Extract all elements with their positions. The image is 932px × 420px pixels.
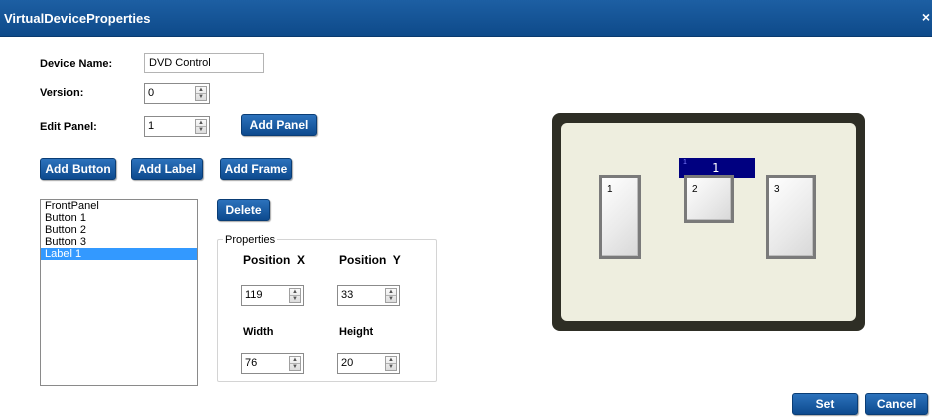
preview-button-1[interactable]: 1 bbox=[599, 175, 641, 259]
list-item[interactable]: Button 1 bbox=[41, 212, 197, 224]
edit-panel-value: 1 bbox=[148, 120, 155, 132]
device-preview: 1 1 1 2 3 bbox=[552, 113, 865, 331]
edit-panel-label: Edit Panel: bbox=[40, 121, 97, 133]
list-item-selected[interactable]: Label 1 bbox=[41, 248, 197, 260]
edit-panel-stepper[interactable]: 1 ▲ ▼ bbox=[144, 116, 210, 137]
preview-button-2-label: 2 bbox=[692, 184, 698, 195]
device-name-label: Device Name: bbox=[40, 58, 113, 70]
spinner-down-icon[interactable]: ▼ bbox=[196, 94, 206, 101]
spinner-up-icon[interactable]: ▲ bbox=[196, 120, 206, 127]
spinner-down-icon[interactable]: ▼ bbox=[290, 296, 300, 303]
add-panel-button[interactable]: Add Panel bbox=[241, 114, 317, 136]
preview-label-text: 1 bbox=[712, 161, 720, 175]
set-button[interactable]: Set bbox=[792, 393, 858, 415]
list-item[interactable]: FrontPanel bbox=[41, 200, 197, 212]
list-item[interactable]: Button 2 bbox=[41, 224, 197, 236]
spinner-down-icon[interactable]: ▼ bbox=[196, 127, 206, 134]
spinner-up-icon[interactable]: ▲ bbox=[290, 289, 300, 296]
list-item[interactable]: Button 3 bbox=[41, 236, 197, 248]
front-panel-preview[interactable]: 1 1 1 2 3 bbox=[561, 123, 856, 321]
position-x-value: 119 bbox=[245, 289, 263, 301]
properties-legend: Properties bbox=[223, 234, 278, 246]
spinner-down-icon[interactable]: ▼ bbox=[386, 364, 396, 371]
spinner-up-icon[interactable]: ▲ bbox=[290, 357, 300, 364]
version-label: Version: bbox=[40, 87, 84, 99]
position-y-spinner[interactable]: ▲ ▼ bbox=[385, 288, 397, 303]
height-stepper[interactable]: 20 ▲ ▼ bbox=[337, 353, 400, 374]
version-stepper[interactable]: 0 ▲ ▼ bbox=[144, 83, 210, 104]
spinner-down-icon[interactable]: ▼ bbox=[290, 364, 300, 371]
close-icon[interactable]: × bbox=[922, 9, 930, 25]
position-y-label: Position Y bbox=[339, 253, 401, 267]
spinner-down-icon[interactable]: ▼ bbox=[386, 296, 396, 303]
preview-button-2[interactable]: 2 bbox=[684, 175, 734, 223]
spinner-up-icon[interactable]: ▲ bbox=[386, 289, 396, 296]
position-y-stepper[interactable]: 33 ▲ ▼ bbox=[337, 285, 400, 306]
spinner-up-icon[interactable]: ▲ bbox=[386, 357, 396, 364]
width-value: 76 bbox=[245, 357, 258, 369]
preview-button-1-label: 1 bbox=[607, 184, 613, 195]
width-spinner[interactable]: ▲ ▼ bbox=[289, 356, 301, 371]
window-title: VirtualDeviceProperties bbox=[4, 11, 151, 26]
preview-label-index: 1 bbox=[683, 159, 687, 166]
title-bar: VirtualDeviceProperties × bbox=[0, 0, 932, 37]
preview-button-3-label: 3 bbox=[774, 184, 780, 195]
position-x-spinner[interactable]: ▲ ▼ bbox=[289, 288, 301, 303]
position-x-label: Position X bbox=[243, 253, 306, 267]
height-spinner[interactable]: ▲ ▼ bbox=[385, 356, 397, 371]
add-label-button[interactable]: Add Label bbox=[131, 158, 203, 180]
delete-button[interactable]: Delete bbox=[217, 199, 270, 221]
add-button-button[interactable]: Add Button bbox=[40, 158, 116, 180]
preview-button-3[interactable]: 3 bbox=[766, 175, 816, 259]
height-value: 20 bbox=[341, 357, 354, 369]
position-y-value: 33 bbox=[341, 289, 354, 301]
edit-panel-spinner[interactable]: ▲ ▼ bbox=[195, 119, 207, 134]
height-label: Height bbox=[339, 326, 374, 338]
width-stepper[interactable]: 76 ▲ ▼ bbox=[241, 353, 304, 374]
version-spinner[interactable]: ▲ ▼ bbox=[195, 86, 207, 101]
position-x-stepper[interactable]: 119 ▲ ▼ bbox=[241, 285, 304, 306]
cancel-button[interactable]: Cancel bbox=[865, 393, 928, 415]
add-frame-button[interactable]: Add Frame bbox=[220, 158, 292, 180]
element-list[interactable]: FrontPanel Button 1 Button 2 Button 3 La… bbox=[40, 199, 198, 386]
version-value: 0 bbox=[148, 87, 155, 99]
width-label: Width bbox=[243, 326, 274, 338]
spinner-up-icon[interactable]: ▲ bbox=[196, 87, 206, 94]
device-name-input[interactable]: DVD Control bbox=[144, 53, 264, 73]
